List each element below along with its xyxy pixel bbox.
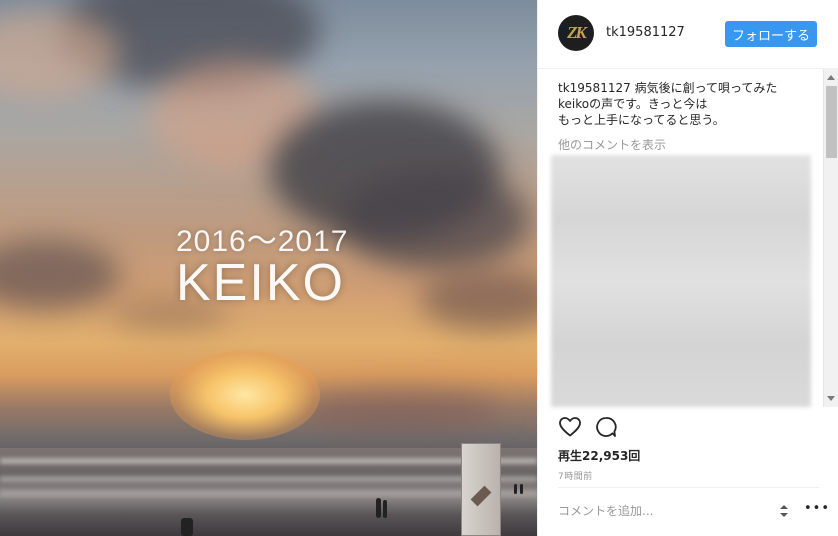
cloud xyxy=(340,170,530,270)
divider xyxy=(558,487,819,488)
load-more-comments-link[interactable]: 他のコメントを表示 xyxy=(558,136,820,153)
resize-stepper-icon[interactable] xyxy=(779,503,789,519)
follow-button[interactable]: フォローする xyxy=(725,21,817,47)
post-sidebar: ZK tk19581127 フォローする tk19581127 病気後に創って唄… xyxy=(537,0,838,536)
beach-sign xyxy=(461,443,501,536)
post-video[interactable]: 2016〜2017 KEIKO xyxy=(0,0,537,536)
more-options-icon[interactable]: ••• xyxy=(804,502,830,515)
comment-bubble-icon[interactable] xyxy=(594,415,618,439)
wave xyxy=(0,476,537,482)
post-header: ZK tk19581127 フォローする xyxy=(538,0,838,69)
beach-figure xyxy=(514,484,517,494)
username-link[interactable]: tk19581127 xyxy=(606,25,685,40)
beach-figure xyxy=(376,498,381,518)
post-caption: tk19581127 病気後に創って唄ってみた keikoの声です。きっと今は … xyxy=(558,80,820,128)
scroll-down-arrow-icon[interactable] xyxy=(827,396,835,401)
comment-input[interactable] xyxy=(558,501,758,521)
wave xyxy=(0,458,537,464)
beach-figure xyxy=(383,500,387,518)
comments-scrollbar[interactable] xyxy=(823,69,838,407)
post-actions xyxy=(558,415,638,441)
comments-section: tk19581127 病気後に創って唄ってみた keikoの声です。きっと今は … xyxy=(558,80,820,153)
cloud xyxy=(420,270,537,330)
caption-text: keikoの声です。きっと今は xyxy=(558,97,708,111)
caption-username[interactable]: tk19581127 xyxy=(558,81,631,95)
sun-glow xyxy=(170,350,320,440)
cloud xyxy=(300,390,500,430)
play-count: 再生22,953回 xyxy=(558,449,641,463)
scroll-thumb[interactable] xyxy=(826,86,837,158)
blurred-comments xyxy=(551,155,811,407)
video-title-name: KEIKO xyxy=(176,254,345,312)
caption-text: もっと上手になってると思う。 xyxy=(558,113,725,127)
beach-figure xyxy=(520,484,523,494)
sea xyxy=(0,448,537,536)
caption-text: 病気後に創って唄ってみた xyxy=(634,81,778,95)
post-timestamp[interactable]: 7時間前 xyxy=(558,469,593,482)
cloud xyxy=(0,240,120,310)
avatar[interactable]: ZK xyxy=(558,15,594,51)
heart-icon[interactable] xyxy=(558,415,582,439)
scroll-up-arrow-icon[interactable] xyxy=(827,75,835,80)
beach-figure xyxy=(181,518,193,536)
wave xyxy=(0,490,537,496)
